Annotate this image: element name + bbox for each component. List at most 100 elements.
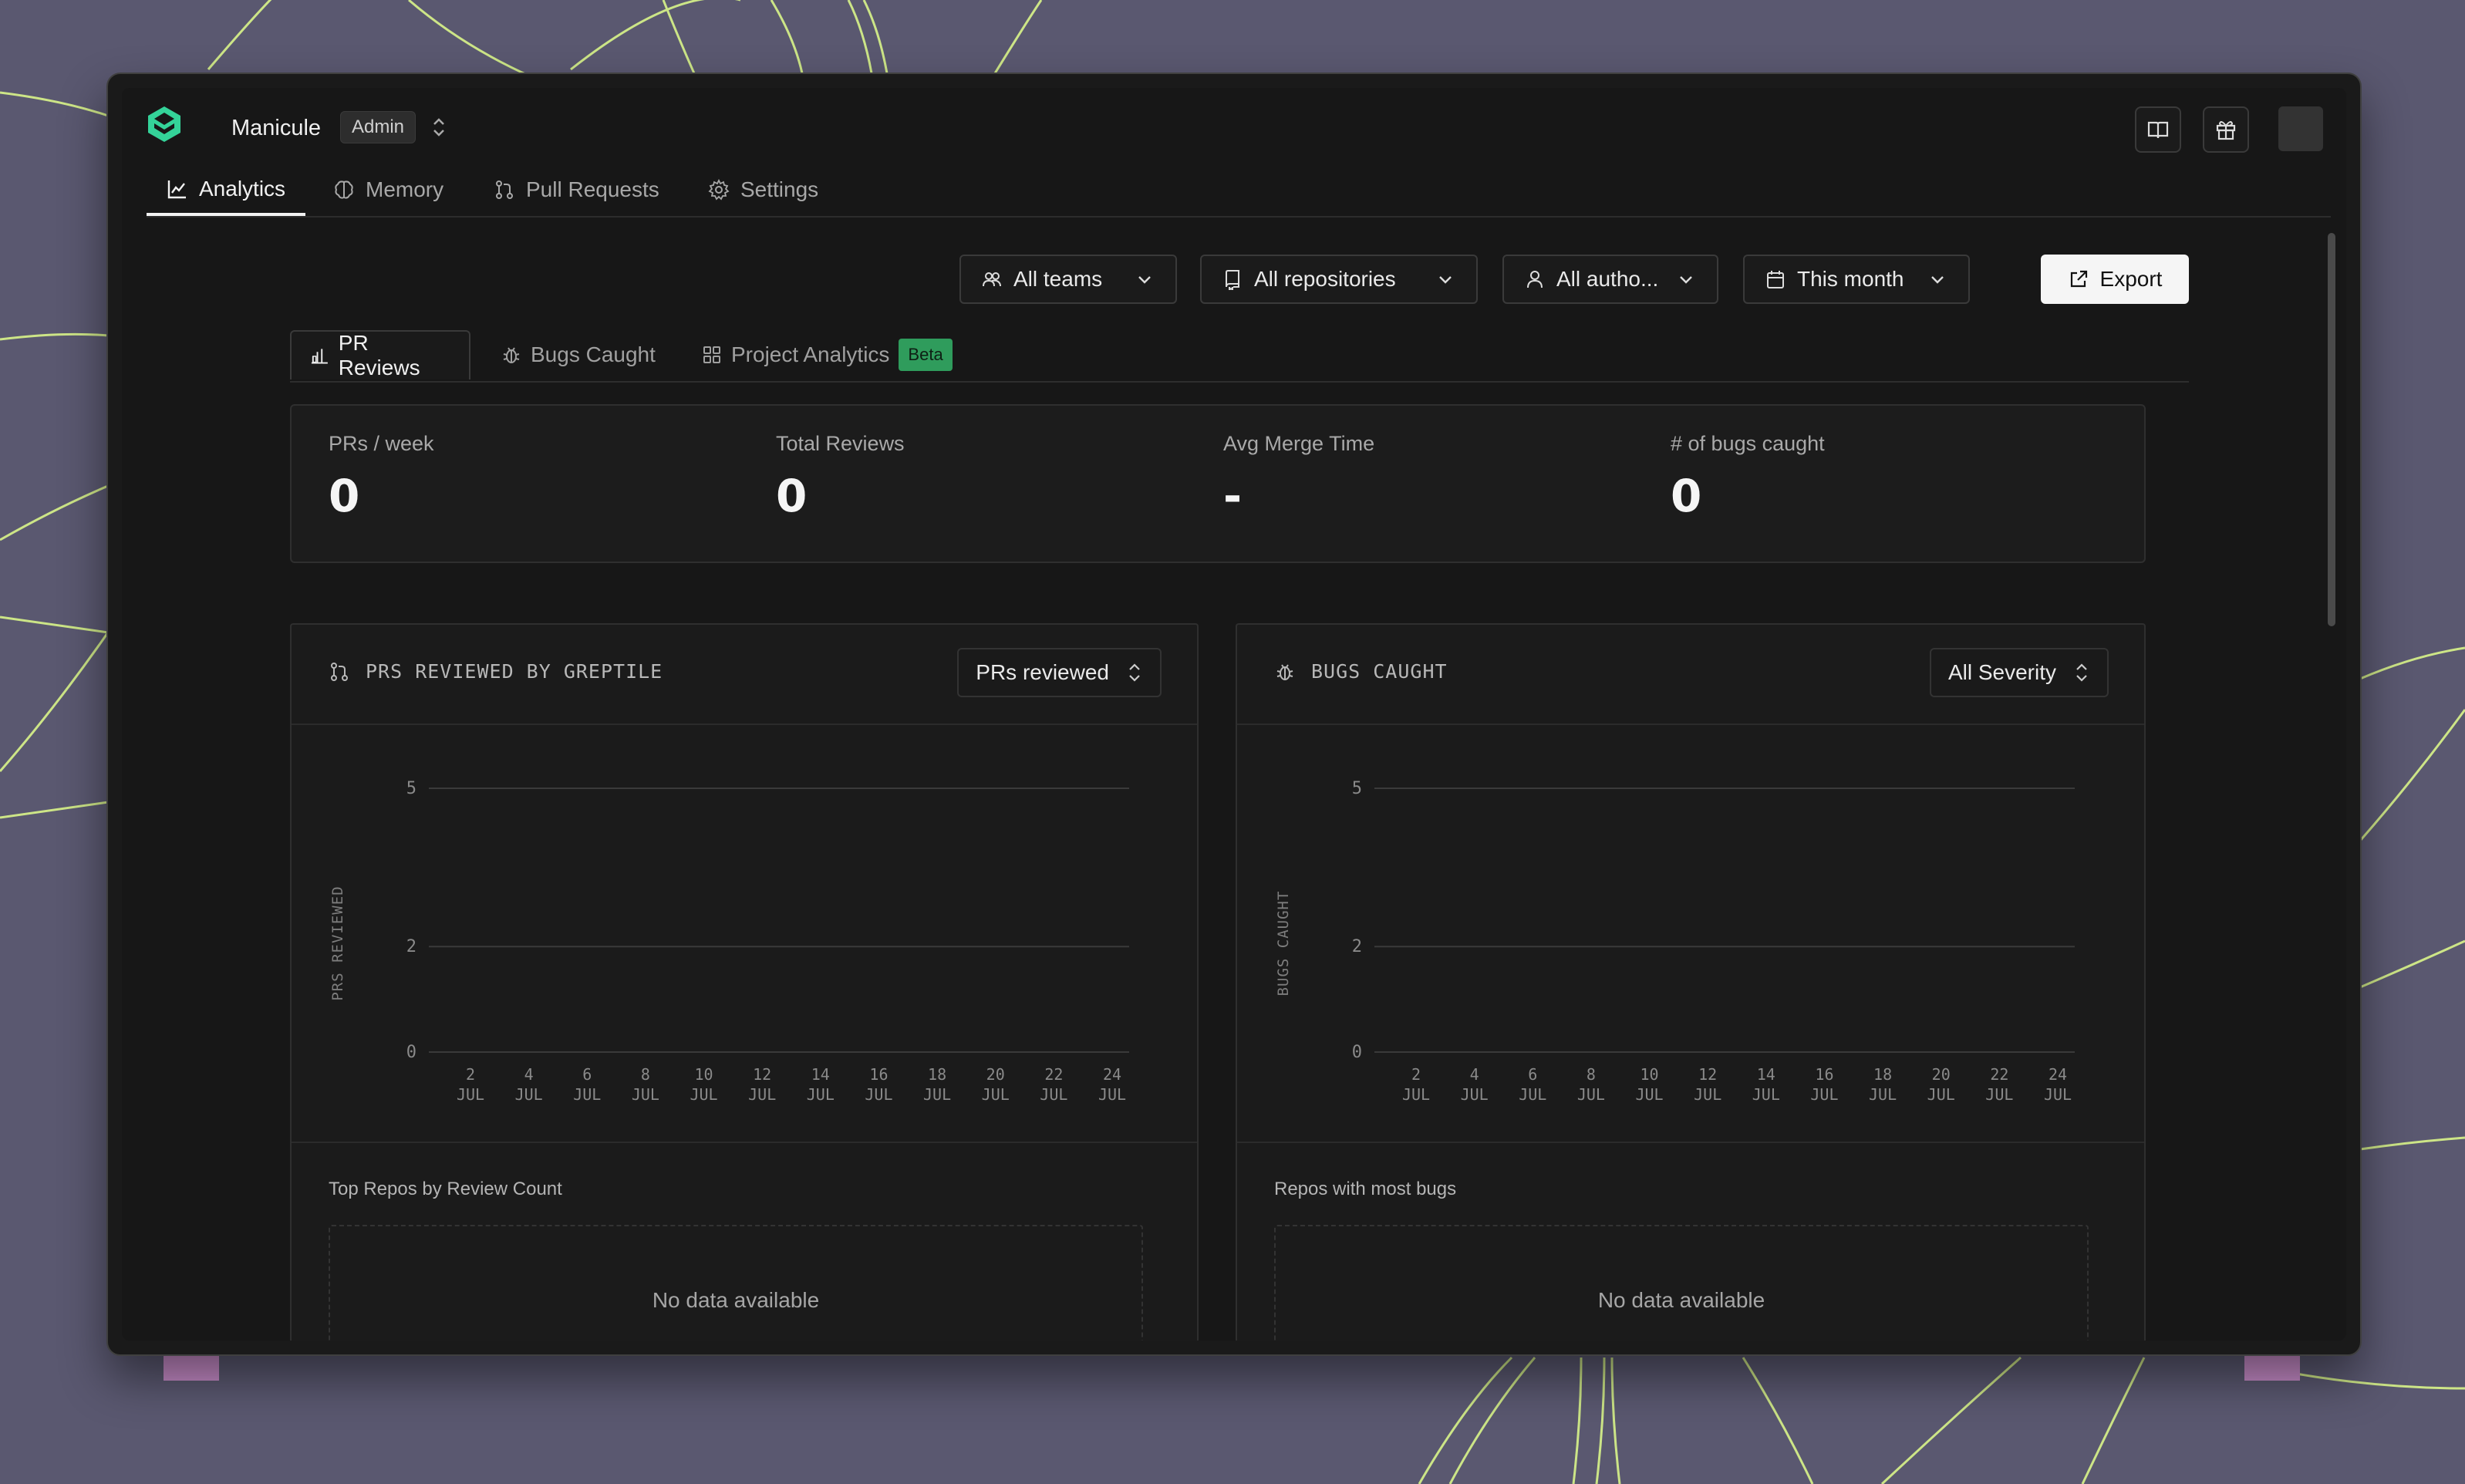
metric-select[interactable]: PRs reviewed [957,648,1162,697]
book-open-icon [2147,121,2169,139]
x-tick-month: JUL [1810,1085,1838,1104]
x-tick-day: 22 [1044,1065,1063,1084]
greptile-logo-icon[interactable] [147,105,182,143]
docs-button[interactable] [2135,106,2181,153]
repository-filter[interactable]: All repositories [1200,255,1478,304]
empty-state: No data available [1274,1225,2089,1341]
git-pull-request-icon [496,180,513,199]
x-tick-month: JUL [1461,1085,1489,1104]
x-tick-month: JUL [923,1085,951,1104]
app-frame: Manicule Admin Analytics Memory Pull Req… [122,88,2346,1341]
export-button[interactable]: Export [2041,255,2189,304]
period-filter[interactable]: This month [1743,255,1970,304]
x-tick-month: JUL [632,1085,659,1104]
empty-text: No data available [1597,1288,1765,1312]
line-chart: 0252JUL4JUL6JUL8JUL10JUL12JUL14JUL16JUL1… [1275,779,2075,1104]
section-label: Repos with most bugs [1274,1179,1457,1199]
x-tick-month: JUL [1040,1085,1067,1104]
x-tick-month: JUL [1519,1085,1546,1104]
x-tick-month: JUL [1985,1085,2013,1104]
panel-title: PRS REVIEWED BY GREPTILE [329,660,663,683]
period-filter-label: This month [1797,267,1904,291]
author-filter-label: All autho... [1556,267,1659,291]
x-tick-day: 6 [582,1065,592,1084]
y-tick-label: 2 [406,937,416,956]
x-tick-month: JUL [2044,1085,2072,1104]
empty-state: No data available [329,1225,1143,1341]
x-tick-day: 6 [1528,1065,1537,1084]
x-tick-day: 8 [1587,1065,1596,1084]
bugs-caught-chart: 0 2 5 2 JUL 4 JUL 6 JUL 8 JUL 10 JUL 12 JUL 14 JUL 16 JUL 1… [1237,725,2144,1143]
tab-settings[interactable]: Settings [688,165,838,214]
stat-label: Avg Merge Time [1223,432,1375,455]
bugs-caught-panel: BUGS CAUGHT All Severity 0 2 5 2 JUL 4 JUL 6 JUL… [1236,623,2146,1341]
panel-header: PRS REVIEWED BY GREPTILE PRs reviewed [292,625,1197,725]
section-label: Top Repos by Review Count [329,1179,562,1199]
line-chart: 0252JUL4JUL6JUL8JUL10JUL12JUL14JUL16JUL1… [329,779,1129,1104]
x-tick-day: 16 [1815,1065,1833,1084]
x-tick-month: JUL [515,1085,543,1104]
subtab-label: PR Reviews [338,331,420,379]
panel-title-text: BUGS CAUGHT [1311,660,1448,683]
avatar[interactable] [2278,106,2323,151]
tab-label: Memory [366,177,444,201]
chevron-up-down-icon[interactable] [429,116,449,139]
subtab-pr-reviews[interactable]: PR Reviews [290,330,470,379]
tab-memory[interactable]: Memory [313,165,464,214]
prs-reviewed-panel: PRS REVIEWED BY GREPTILE PRs reviewed 0 2… [290,623,1199,1341]
chevron-up-down-icon [1129,663,1140,682]
calendar-icon [1767,271,1784,288]
x-tick-day: 10 [694,1065,713,1084]
x-tick-day: 24 [1103,1065,1121,1084]
x-tick-month: JUL [1635,1085,1663,1104]
x-tick-month: JUL [1402,1085,1430,1104]
subtab-project-analytics[interactable]: Project Analytics Beta [683,330,971,379]
tab-pull-requests[interactable]: Pull Requests [474,165,679,214]
brain-icon [335,180,353,199]
x-tick-month: JUL [573,1085,601,1104]
repository-filter-label: All repositories [1254,267,1396,291]
x-tick-day: 24 [2049,1065,2067,1084]
bug-icon [1276,663,1293,680]
x-tick-day: 22 [1990,1065,2008,1084]
x-tick-month: JUL [1927,1085,1955,1104]
x-tick-month: JUL [982,1085,1010,1104]
author-filter[interactable]: All autho... [1502,255,1718,304]
x-tick-month: JUL [1577,1085,1605,1104]
stat-label: Total Reviews [776,432,905,455]
main-nav: Analytics Memory Pull Requests Settings [147,165,2331,218]
x-tick-day: 20 [1932,1065,1951,1084]
x-tick-day: 18 [1873,1065,1892,1084]
panel-title: BUGS CAUGHT [1274,660,1448,683]
subtab-bugs-caught[interactable]: Bugs Caught [483,330,674,379]
stat-avg-merge-time: Avg Merge Time - [1223,432,1374,522]
severity-select[interactable]: All Severity [1929,648,2109,697]
gift-button[interactable] [2203,106,2249,153]
stat-label: # of bugs caught [1671,432,1825,455]
stat-total-reviews: Total Reviews 0 [776,432,905,522]
chevron-up-down-icon [2076,663,2087,682]
y-tick-label: 2 [1352,937,1362,956]
x-tick-day: 14 [1757,1065,1775,1084]
org-name[interactable]: Manicule [231,116,321,141]
x-tick-month: JUL [1694,1085,1721,1104]
scrollbar[interactable] [2328,233,2335,626]
panel-title-text: PRS REVIEWED BY GREPTILE [366,660,663,683]
stats-summary: PRs / week 0 Total Reviews 0 Avg Merge T… [290,404,2146,563]
subtab-label: Project Analytics [731,342,890,366]
x-tick-day: 12 [1698,1065,1717,1084]
stat-value: 0 [329,470,360,522]
chart-line-icon [167,180,186,199]
x-tick-day: 20 [986,1065,1005,1084]
team-filter[interactable]: All teams [959,255,1177,304]
grid-icon [703,346,720,363]
stat-value: 0 [776,470,808,522]
tab-label: Settings [740,177,819,201]
x-tick-day: 16 [869,1065,888,1084]
tab-analytics[interactable]: Analytics [147,165,306,216]
team-filter-label: All teams [1013,267,1103,291]
panel-header: BUGS CAUGHT All Severity [1237,625,2144,725]
analytics-subtabs: PR Reviews Bugs Caught Project Analytics… [290,330,2189,383]
export-label: Export [2099,267,2163,291]
users-icon [983,272,1001,287]
